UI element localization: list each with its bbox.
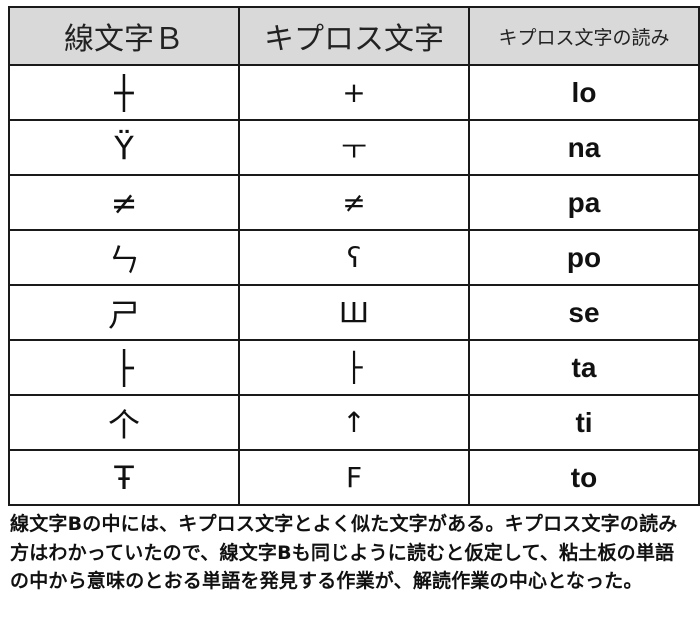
linear-b-glyph: ├ (8, 339, 240, 396)
table-row: ㄣ ʕ po (8, 229, 700, 286)
header-reading: キプロス文字の読み (468, 6, 700, 66)
linear-b-glyph: ≠ (8, 174, 240, 231)
syllabary-comparison-table: 線文字Ｂ キプロス文字 キプロス文字の読み ┼ + lo Ÿ ㅜ na ≠ ≠ … (8, 6, 700, 506)
linear-b-glyph: 个 (8, 394, 240, 451)
reading-value: se (468, 284, 700, 341)
table-row: ┼ + lo (8, 64, 700, 121)
cypriot-glyph: ≠ (238, 174, 470, 231)
cypriot-glyph: ㅜ (238, 119, 470, 176)
reading-value: lo (468, 64, 700, 121)
table-header-row: 線文字Ｂ キプロス文字 キプロス文字の読み (8, 6, 700, 66)
header-linear-b: 線文字Ｂ (8, 6, 240, 66)
reading-value: na (468, 119, 700, 176)
cypriot-glyph: ʕ (238, 229, 470, 286)
reading-value: to (468, 449, 700, 506)
cypriot-glyph: ├ (238, 339, 470, 396)
cypriot-glyph: F (238, 449, 470, 506)
reading-value: ti (468, 394, 700, 451)
cypriot-glyph: Ш (238, 284, 470, 341)
reading-value: pa (468, 174, 700, 231)
linear-b-glyph: Ŧ (8, 449, 240, 506)
cypriot-glyph: ↑ (238, 394, 470, 451)
cypriot-glyph: + (238, 64, 470, 121)
table-row: Ÿ ㅜ na (8, 119, 700, 176)
table-row: ≠ ≠ pa (8, 174, 700, 231)
linear-b-glyph: ㄕ (8, 284, 240, 341)
linear-b-glyph: ㄣ (8, 229, 240, 286)
reading-value: po (468, 229, 700, 286)
table-row: ├ ├ ta (8, 339, 700, 396)
header-cypriot: キプロス文字 (238, 6, 470, 66)
syllabary-comparison-table-wrapper: 線文字Ｂ キプロス文字 キプロス文字の読み ┼ + lo Ÿ ㅜ na ≠ ≠ … (8, 6, 700, 506)
linear-b-glyph: ┼ (8, 64, 240, 121)
caption-paragraph: 線文字Bの中には、キプロス文字とよく似た文字がある。キプロス文字の読み方はわかっ… (10, 513, 678, 592)
table-row: ㄕ Ш se (8, 284, 700, 341)
reading-value: ta (468, 339, 700, 396)
linear-b-glyph: Ÿ (8, 119, 240, 176)
table-row: 个 ↑ ti (8, 394, 700, 451)
table-row: Ŧ F to (8, 449, 700, 506)
